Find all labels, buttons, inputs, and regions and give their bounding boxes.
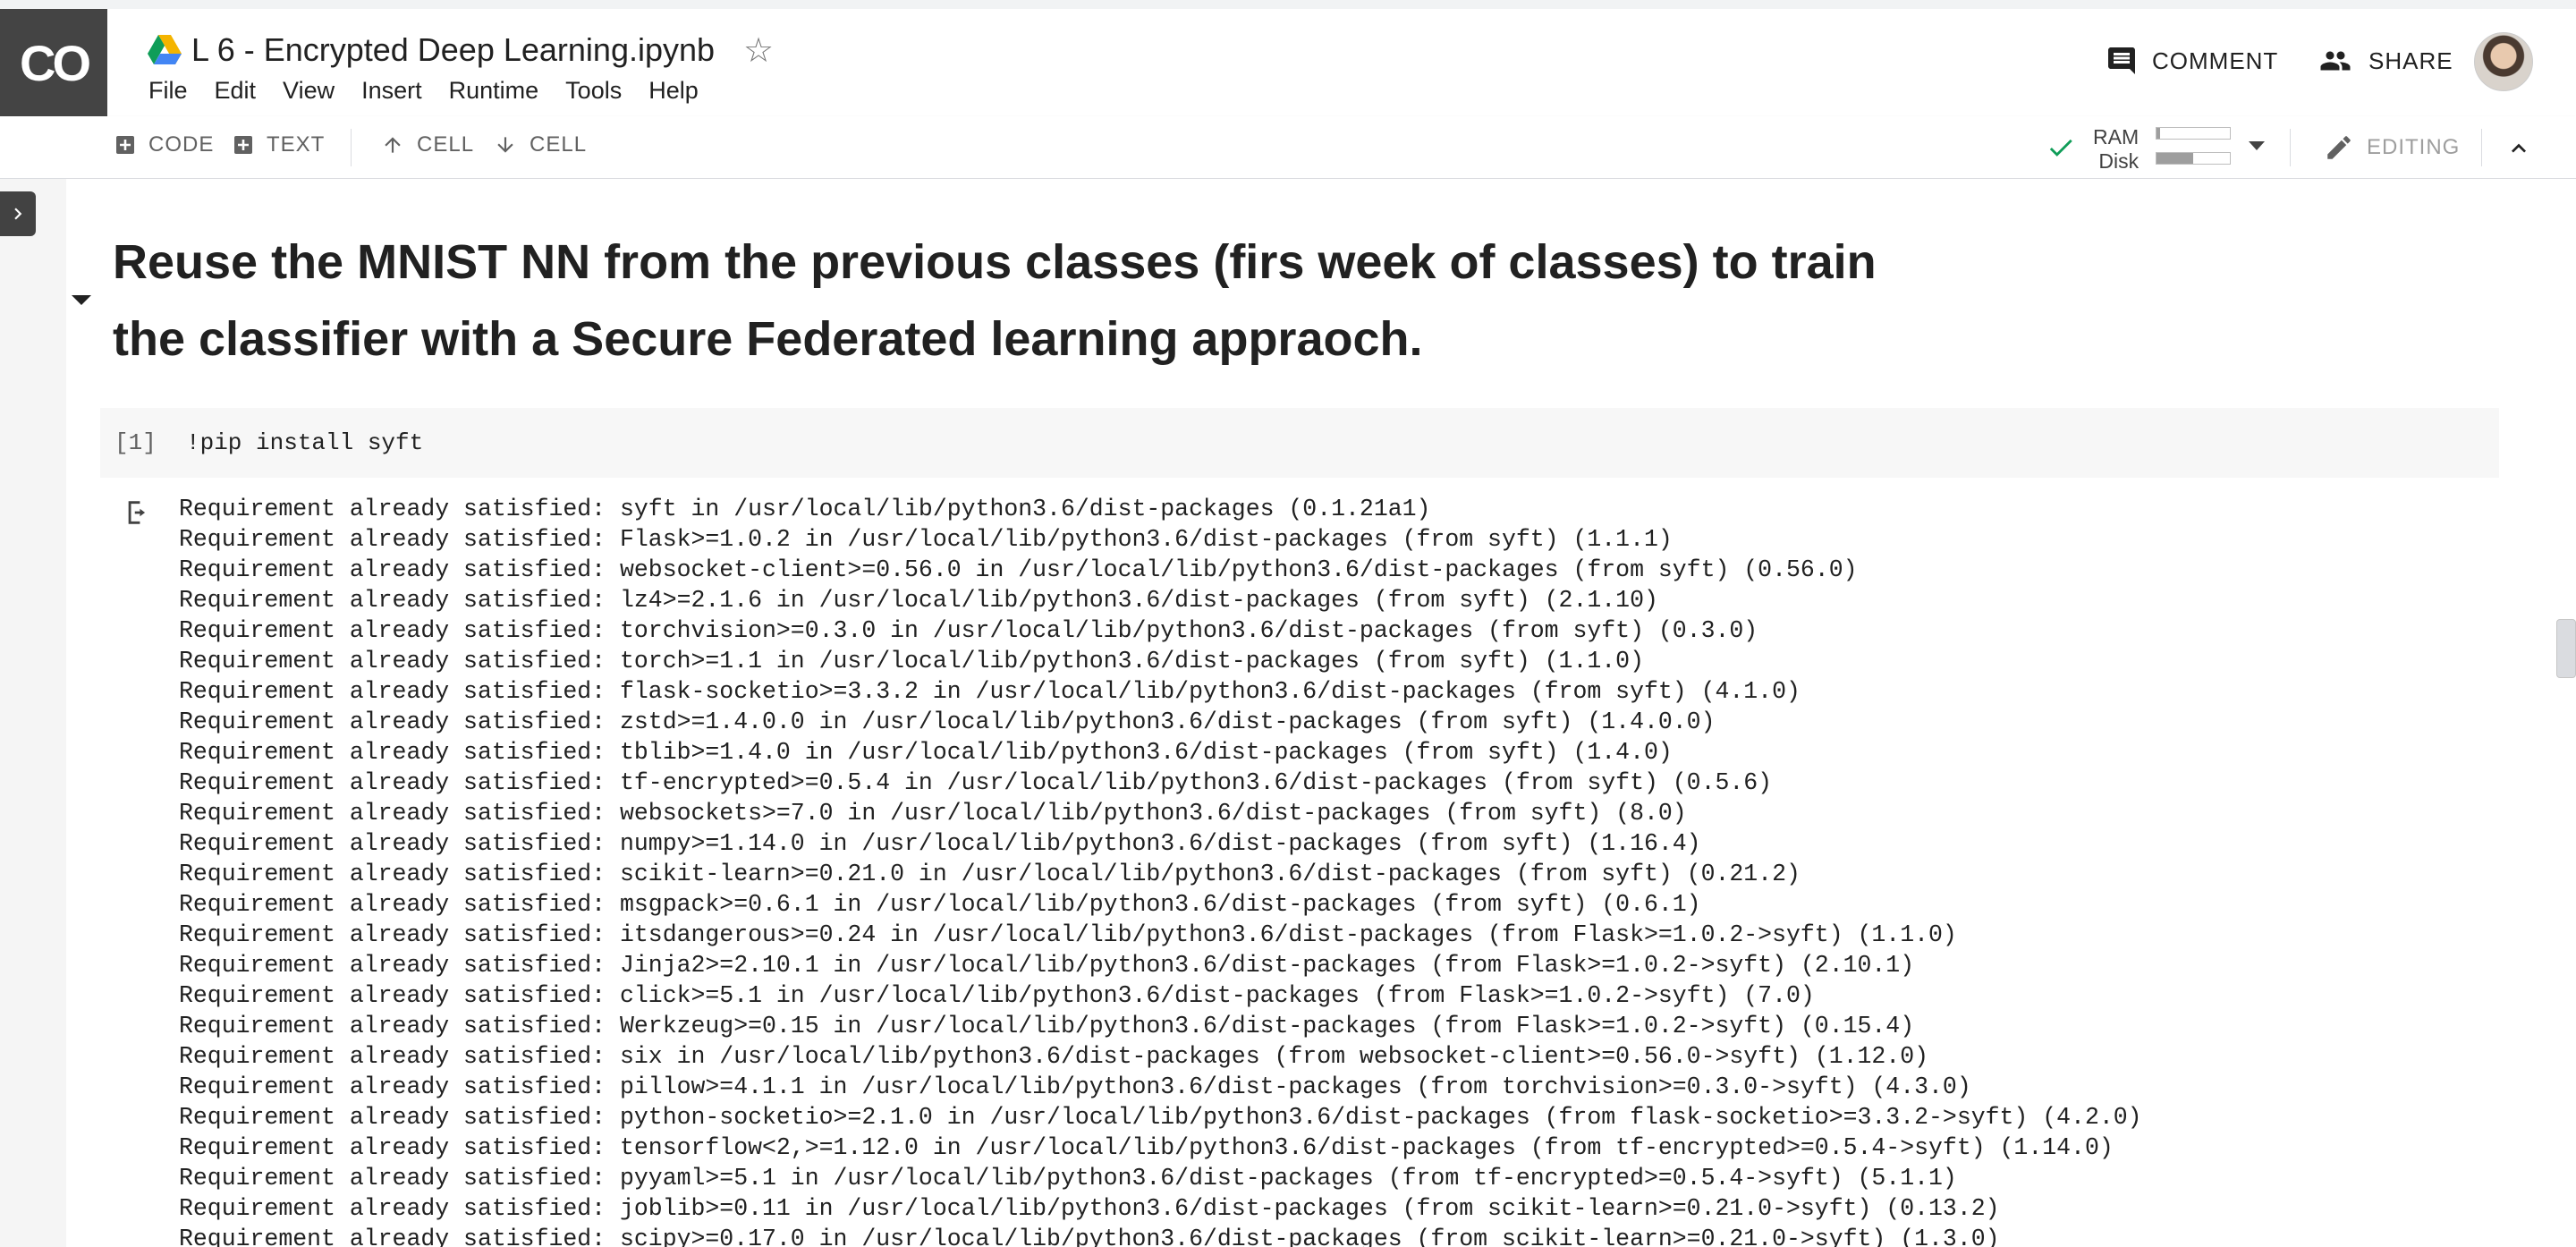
arrow-down-icon: [497, 137, 513, 153]
output-line: Requirement already satisfied: Jinja2>=2…: [179, 952, 1915, 979]
ram-usage-fill: [2157, 128, 2161, 139]
output-line: Requirement already satisfied: scikit-le…: [179, 861, 1801, 887]
output-line: Requirement already satisfied: msgpack>=…: [179, 891, 1701, 918]
output-line: Requirement already satisfied: tf-encryp…: [179, 769, 1773, 796]
left-rail: [0, 179, 66, 1247]
comment-button[interactable]: COMMENT: [2106, 45, 2278, 77]
output-line: Requirement already satisfied: torchvisi…: [179, 617, 1758, 644]
output-line: Requirement already satisfied: syft in /…: [179, 496, 1431, 522]
toolbar-divider: [2290, 129, 2291, 166]
output-line: Requirement already satisfied: zstd>=1.4…: [179, 708, 1716, 735]
notebook-toolbar: CODE TEXT CELL CELL RAM Disk EDITING: [0, 116, 2576, 179]
disk-usage-fill: [2157, 153, 2193, 164]
notebook-title[interactable]: L 6 - Encrypted Deep Learning.ipynb: [191, 31, 715, 69]
output-line: Requirement already satisfied: numpy>=1.…: [179, 830, 1701, 857]
output-line: Requirement already satisfied: lz4>=2.1.…: [179, 587, 1658, 614]
output-line: Requirement already satisfied: Flask>=1.…: [179, 526, 1673, 553]
menu-tools[interactable]: Tools: [565, 77, 622, 105]
output-line: Requirement already satisfied: pyyaml>=5…: [179, 1165, 1957, 1192]
ram-label: RAM: [2093, 125, 2140, 148]
output-line: Requirement already satisfied: click>=5.…: [179, 982, 1815, 1009]
pencil-icon: [2327, 136, 2351, 159]
output-line: Requirement already satisfied: joblib>=0…: [179, 1195, 2000, 1222]
execution-count[interactable]: [1]: [114, 429, 157, 456]
disk-label: Disk: [2098, 149, 2140, 173]
plus-box-icon: [234, 136, 252, 154]
cell-output: Requirement already satisfied: syft in /…: [179, 494, 2504, 1247]
star-icon[interactable]: ☆: [743, 30, 774, 71]
add-code-button[interactable]: CODE: [114, 132, 214, 157]
menu-bar: File Edit View Insert Runtime Tools Help: [148, 77, 725, 105]
resource-labels: RAM Disk: [2093, 125, 2139, 174]
add-text-label: TEXT: [267, 132, 326, 157]
sidebar-toggle[interactable]: [0, 191, 36, 236]
add-code-label: CODE: [148, 132, 215, 157]
toolbar-divider: [2481, 129, 2482, 166]
output-line: Requirement already satisfied: tblib>=1.…: [179, 739, 1673, 766]
output-line: Requirement already satisfied: six in /u…: [179, 1043, 1929, 1070]
output-line: Requirement already satisfied: Werkzeug>…: [179, 1013, 1915, 1039]
app-header: CO L 6 - Encrypted Deep Learning.ipynb ☆…: [0, 9, 2576, 116]
menu-help[interactable]: Help: [648, 77, 699, 105]
people-icon: [2320, 51, 2351, 71]
google-drive-icon[interactable]: [147, 34, 182, 66]
arrow-up-icon: [385, 137, 401, 153]
section-collapse-icon[interactable]: [72, 295, 91, 305]
title-row: L 6 - Encrypted Deep Learning.ipynb ☆: [147, 23, 774, 77]
scrollbar-thumb[interactable]: [2556, 619, 2576, 678]
move-cell-up-button[interactable]: CELL: [381, 132, 474, 157]
colab-logo[interactable]: CO: [0, 9, 107, 116]
output-line: Requirement already satisfied: torch>=1.…: [179, 648, 1644, 674]
menu-edit[interactable]: Edit: [215, 77, 257, 105]
move-cell-up-label: CELL: [417, 132, 475, 157]
editing-label: EDITING: [2367, 135, 2461, 159]
connected-check-icon: [2049, 139, 2072, 157]
output-line: Requirement already satisfied: tensorflo…: [179, 1134, 2114, 1161]
comment-icon: [2108, 47, 2135, 74]
plus-box-icon: [116, 136, 134, 154]
editing-mode-button[interactable]: EDITING: [2324, 132, 2460, 163]
resources-dropdown-icon[interactable]: [2249, 141, 2265, 150]
user-avatar[interactable]: [2474, 32, 2533, 91]
toolbar-divider: [351, 129, 352, 166]
share-button[interactable]: SHARE: [2317, 45, 2453, 77]
menu-file[interactable]: File: [148, 77, 188, 105]
output-line: Requirement already satisfied: websocket…: [179, 556, 1858, 583]
scrollbar[interactable]: [2524, 179, 2576, 1247]
chevron-right-icon: [14, 208, 22, 220]
menu-view[interactable]: View: [283, 77, 335, 105]
output-line: Requirement already satisfied: pillow>=4…: [179, 1073, 1971, 1100]
menu-insert[interactable]: Insert: [361, 77, 422, 105]
comment-label: COMMENT: [2152, 47, 2279, 74]
move-cell-down-label: CELL: [530, 132, 588, 157]
ram-usage-bar[interactable]: [2156, 127, 2231, 140]
add-text-button[interactable]: TEXT: [233, 132, 325, 157]
output-actions-icon[interactable]: [123, 497, 154, 528]
output-line: Requirement already satisfied: scipy>=0.…: [179, 1226, 2000, 1247]
move-cell-down-button[interactable]: CELL: [494, 132, 587, 157]
heading-line-1: Reuse the MNIST NN from the previous cla…: [113, 235, 1877, 289]
top-strip: [0, 0, 2576, 9]
code-editor[interactable]: !pip install syft: [186, 429, 423, 456]
share-label: SHARE: [2368, 47, 2453, 74]
disk-usage-bar[interactable]: [2156, 152, 2231, 165]
menu-runtime[interactable]: Runtime: [449, 77, 539, 105]
output-line: Requirement already satisfied: flask-soc…: [179, 678, 1801, 705]
output-line: Requirement already satisfied: websocket…: [179, 800, 1687, 827]
code-cell[interactable]: [1] !pip install syft: [100, 408, 2499, 478]
heading-line-2: the classifier with a Secure Federated l…: [113, 312, 1423, 366]
output-line: Requirement already satisfied: itsdanger…: [179, 921, 1957, 948]
output-line: Requirement already satisfied: python-so…: [179, 1104, 2142, 1131]
markdown-heading: Reuse the MNIST NN from the previous cla…: [113, 224, 1902, 377]
chevron-up-icon[interactable]: [2504, 134, 2533, 163]
